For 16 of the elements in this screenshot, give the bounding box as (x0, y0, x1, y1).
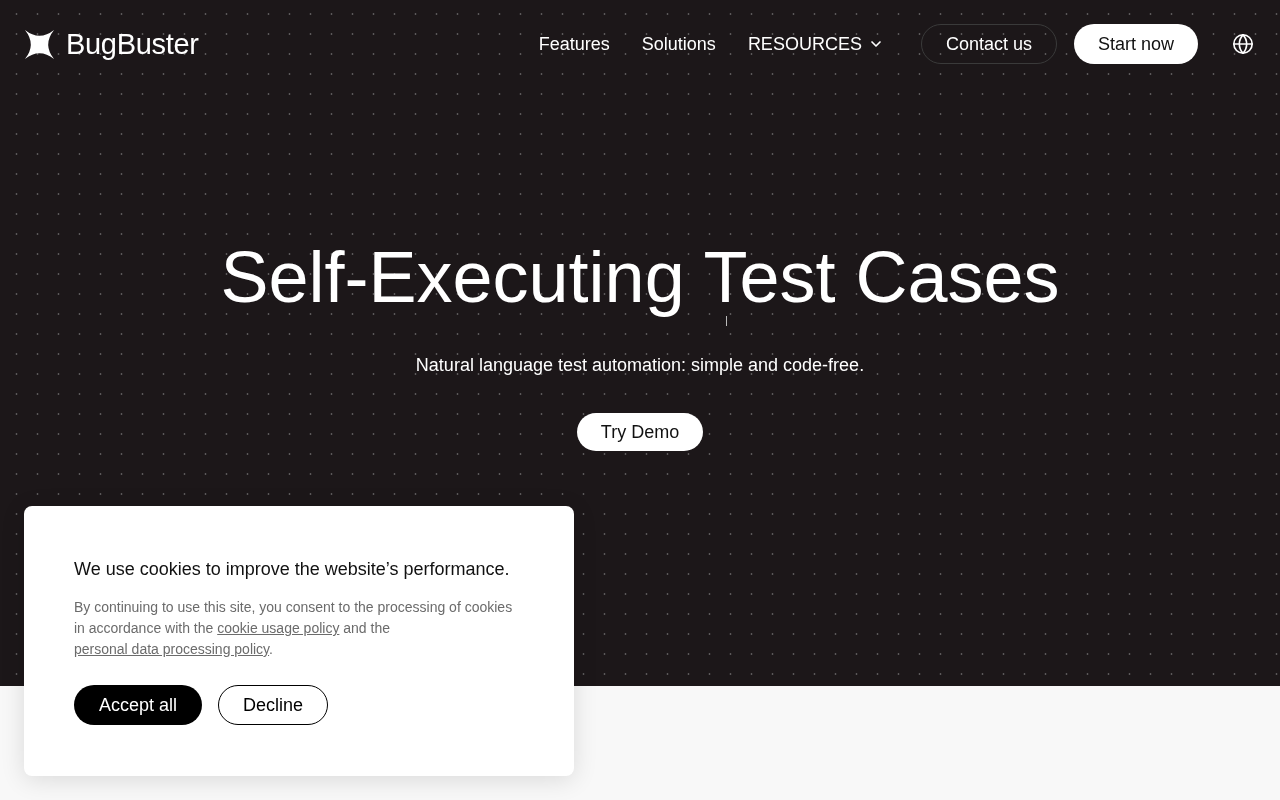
resources-menu[interactable]: RESOURCES (747, 30, 884, 58)
hero-subtitle: Natural language test automation: simple and code-free. (415, 354, 865, 377)
accept-button[interactable]: Accept all (74, 685, 203, 725)
text-cursor-icon (726, 316, 728, 326)
demo-button[interactable]: Try Demo (576, 413, 704, 451)
cookie-title: We use cookies to improve the website’s performance. (74, 558, 511, 581)
cookie-notice-text: By continuing to use this site, you consent to the processing of cookies in accordance with the cookie usage policy and the personal data processing policy. (74, 598, 514, 659)
policy-link[interactable]: personal data processing policy (74, 641, 270, 657)
policy-link[interactable]: cookie usage policy (217, 620, 340, 636)
globe-icon[interactable] (1232, 33, 1254, 55)
decline-button[interactable]: Decline (218, 685, 329, 725)
nav-link[interactable]: Features (538, 30, 610, 58)
logo-star-icon (24, 28, 55, 60)
nav-link[interactable]: Solutions (641, 30, 716, 58)
start-button[interactable]: Start now (1073, 24, 1198, 64)
brand-name: BugBuster (66, 27, 199, 61)
